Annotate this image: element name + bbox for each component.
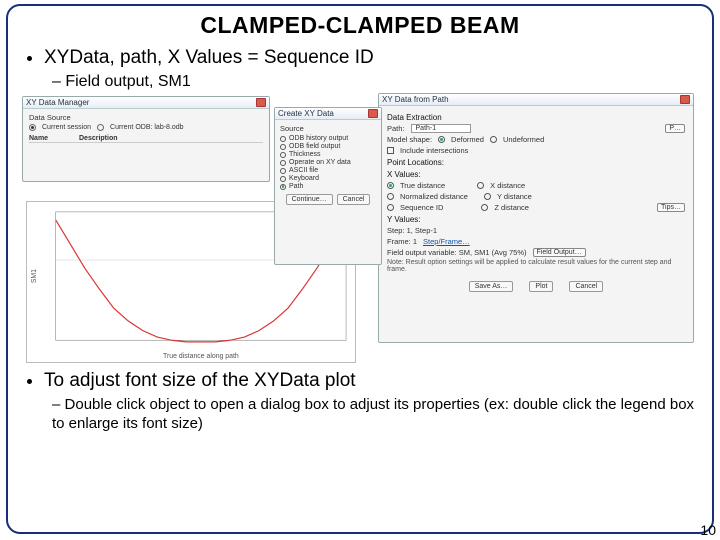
cancel-button[interactable]: Cancel: [337, 194, 371, 205]
subbullet-double-click: Double click object to open a dialog box…: [52, 396, 698, 434]
radio-ascii[interactable]: [280, 168, 286, 174]
xy-data-from-path-title: XY Data from Path: [382, 95, 449, 104]
save-as-button[interactable]: Save As…: [469, 281, 514, 292]
label-current-odb: Current ODB: lab-8.odb: [110, 124, 184, 131]
radio-y-distance[interactable]: [484, 193, 491, 200]
radio-normalized-distance[interactable]: [387, 193, 394, 200]
xy-data-manager-window: XY Data Manager Data Source Current sess…: [22, 96, 270, 182]
radio-current-session[interactable]: [29, 124, 36, 131]
step-label: Step: 1, Step-1: [387, 226, 437, 235]
radio-x-distance[interactable]: [477, 182, 484, 189]
radio-operate[interactable]: [280, 160, 286, 166]
cancel-button[interactable]: Cancel: [569, 281, 603, 292]
label-odb-field: ODB field output: [289, 143, 340, 150]
radio-z-distance[interactable]: [481, 204, 488, 211]
model-shape-label: Model shape:: [387, 135, 432, 144]
label-sequence-id: Sequence ID: [400, 203, 443, 212]
continue-button[interactable]: Continue…: [286, 194, 333, 205]
create-xy-data-window: Create XY Data Source ODB history output…: [274, 107, 382, 265]
note-text: Note: Result option settings will be app…: [387, 259, 685, 273]
label-odb-history: ODB history output: [289, 135, 348, 142]
label-y-distance: Y distance: [497, 192, 532, 201]
y-values-label: Y Values:: [387, 215, 685, 224]
label-ascii: ASCII file: [289, 167, 318, 174]
radio-odb-history[interactable]: [280, 136, 286, 142]
radio-keyboard[interactable]: [280, 176, 286, 182]
radio-true-distance[interactable]: [387, 182, 394, 189]
radio-deformed[interactable]: [438, 136, 445, 143]
close-icon[interactable]: [256, 98, 266, 107]
svg-text:SM1: SM1: [31, 269, 38, 283]
label-thickness: Thickness: [289, 151, 321, 158]
checkbox-include-intersections[interactable]: [387, 147, 394, 154]
bullet-xydata: XYData, path, X Values = Sequence ID: [44, 47, 698, 69]
path-dropdown[interactable]: Path-1: [411, 124, 471, 133]
label-deformed: Deformed: [451, 135, 484, 144]
radio-odb-field[interactable]: [280, 144, 286, 150]
path-picker-button[interactable]: P…: [665, 124, 685, 133]
page-number: 10: [700, 522, 716, 538]
close-icon[interactable]: [680, 95, 690, 104]
svg-text:True distance along path: True distance along path: [163, 353, 239, 360]
tips-button[interactable]: Tips…: [657, 203, 685, 212]
x-values-label: X Values:: [387, 170, 685, 179]
plot-button[interactable]: Plot: [529, 281, 553, 292]
label-operate: Operate on XY data: [289, 159, 351, 166]
source-label: Source: [280, 124, 376, 133]
data-extraction-label: Data Extraction: [387, 113, 685, 122]
radio-current-odb[interactable]: [97, 124, 104, 131]
data-source-label: Data Source: [29, 113, 263, 122]
subbullet-fieldoutput: Field output, SM1: [52, 73, 698, 91]
label-z-distance: Z distance: [494, 203, 529, 212]
col-description: Description: [79, 135, 118, 142]
label-include-intersections: Include intersections: [400, 146, 468, 155]
label-normalized: Normalized distance: [400, 192, 468, 201]
radio-undeformed[interactable]: [490, 136, 497, 143]
label-path: Path: [289, 183, 303, 190]
radio-path[interactable]: [280, 184, 286, 190]
radio-thickness[interactable]: [280, 152, 286, 158]
xy-data-manager-title: XY Data Manager: [26, 98, 89, 107]
bullet-adjust-font: To adjust font size of the XYData plot: [44, 370, 698, 392]
label-undeformed: Undeformed: [503, 135, 544, 144]
col-name: Name: [29, 135, 79, 142]
frame-label: Frame: 1: [387, 237, 417, 246]
step-frame-link[interactable]: Step/Frame…: [423, 237, 470, 246]
close-icon[interactable]: [368, 109, 378, 118]
field-output-variable-label: Field output variable: SM, SM1 (Avg 75%): [387, 248, 527, 257]
path-label: Path:: [387, 124, 405, 133]
label-x-distance: X distance: [490, 181, 525, 190]
point-locations-label: Point Locations:: [387, 158, 685, 167]
field-output-button[interactable]: Field Output…: [533, 248, 586, 257]
label-true-distance: True distance: [400, 181, 445, 190]
label-keyboard: Keyboard: [289, 175, 319, 182]
slide-title: CLAMPED-CLAMPED BEAM: [22, 12, 698, 39]
radio-sequence-id[interactable]: [387, 204, 394, 211]
label-current-session: Current session: [42, 124, 91, 131]
xy-data-from-path-window: XY Data from Path Data Extraction Path: …: [378, 93, 694, 343]
create-xy-data-title: Create XY Data: [278, 109, 334, 118]
